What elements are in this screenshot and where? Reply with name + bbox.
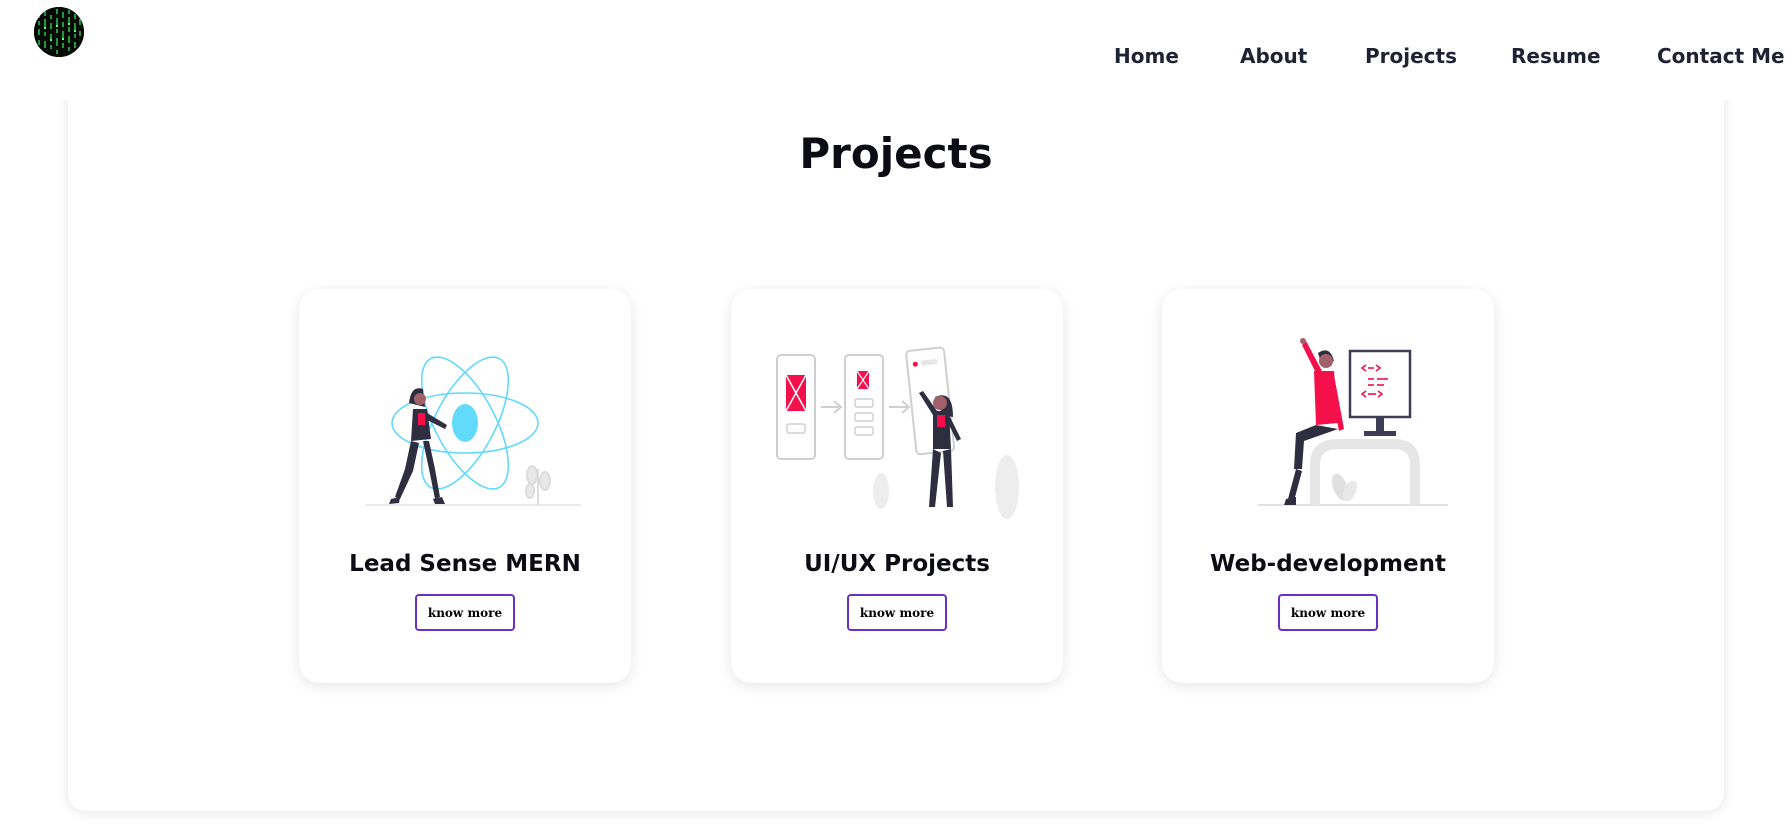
project-card-lead-sense: Lead Sense MERN know more [299,289,631,683]
section-title: Projects [799,129,993,178]
project-title: Lead Sense MERN [349,551,581,577]
project-card-uiux: UI/UX Projects know more [731,289,1063,683]
page: Home About Projects Resume Contact Me Pr… [0,0,1792,828]
project-title: UI/UX Projects [804,551,990,577]
react-atom-woman-icon [365,356,581,506]
main-nav: Home About Projects Resume Contact Me [0,44,1792,74]
developer-monitor-woman-icon [1258,338,1448,506]
nav-about[interactable]: About [1240,44,1307,68]
know-more-button[interactable]: know more [415,594,515,631]
know-more-button[interactable]: know more [847,594,947,631]
project-title: Web-development [1210,551,1446,577]
site-header: Home About Projects Resume Contact Me [0,0,1792,100]
nav-resume[interactable]: Resume [1511,44,1601,68]
nav-contact-me[interactable]: Contact Me [1657,44,1785,68]
wireframe-flow-woman-icon [776,346,1019,519]
know-more-button[interactable]: know more [1278,594,1378,631]
nav-projects[interactable]: Projects [1365,44,1457,68]
nav-home[interactable]: Home [1114,44,1179,68]
project-card-web-development: Web-development know more [1162,289,1494,683]
